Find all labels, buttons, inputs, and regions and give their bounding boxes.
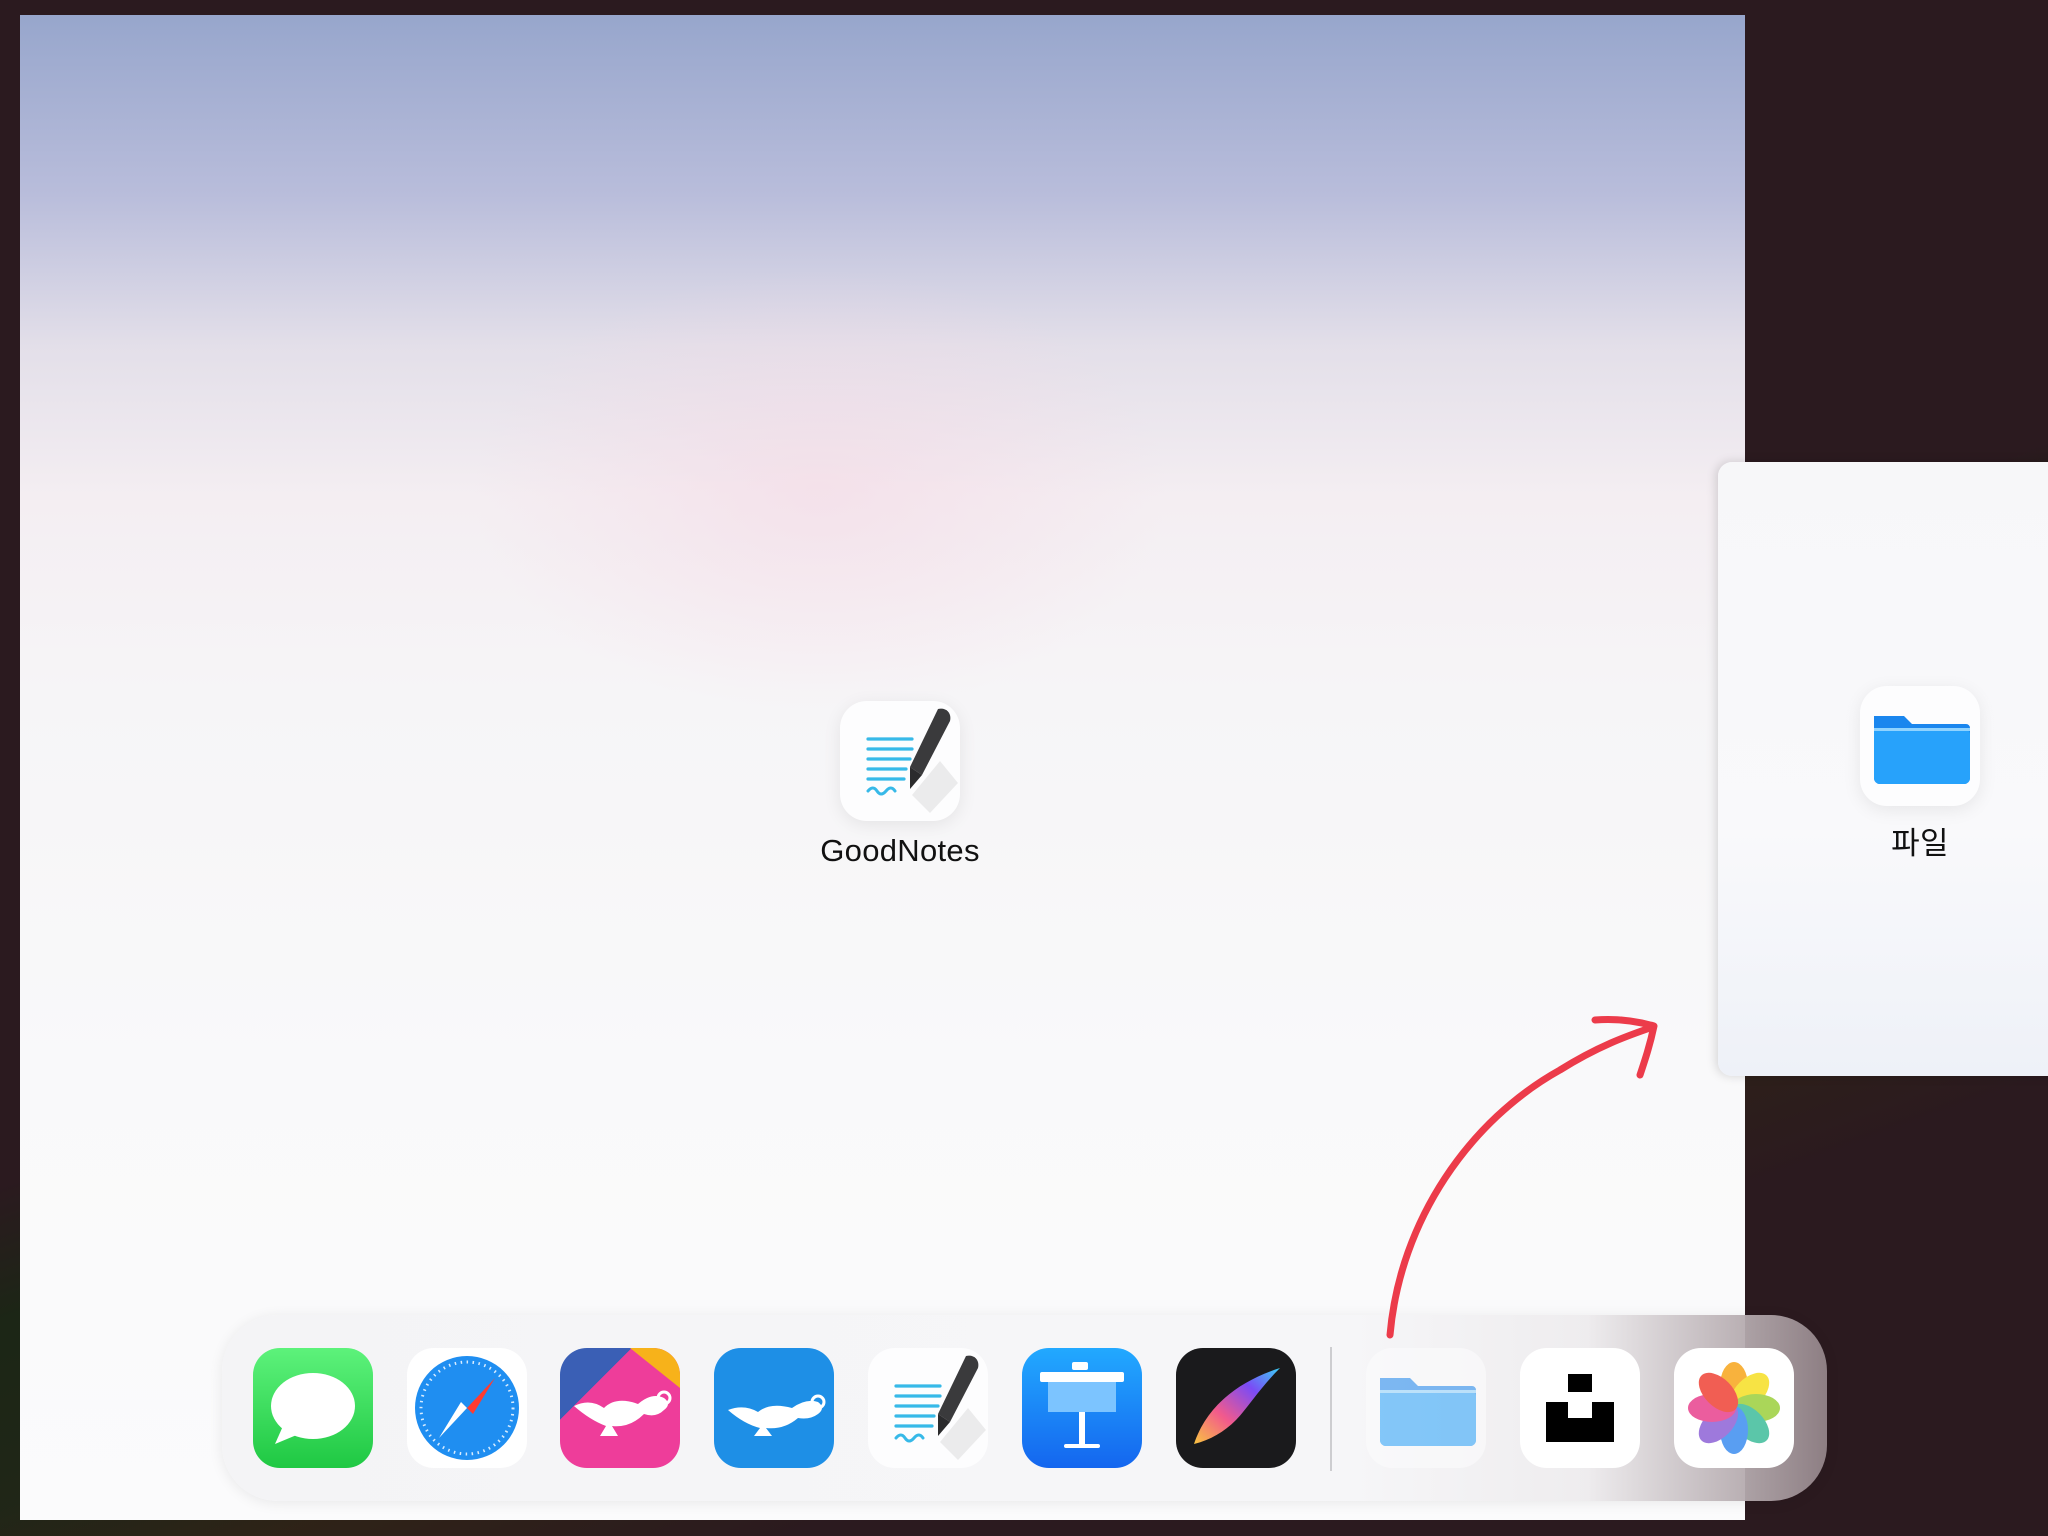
red-arrow-annotation xyxy=(1386,1016,1658,1339)
